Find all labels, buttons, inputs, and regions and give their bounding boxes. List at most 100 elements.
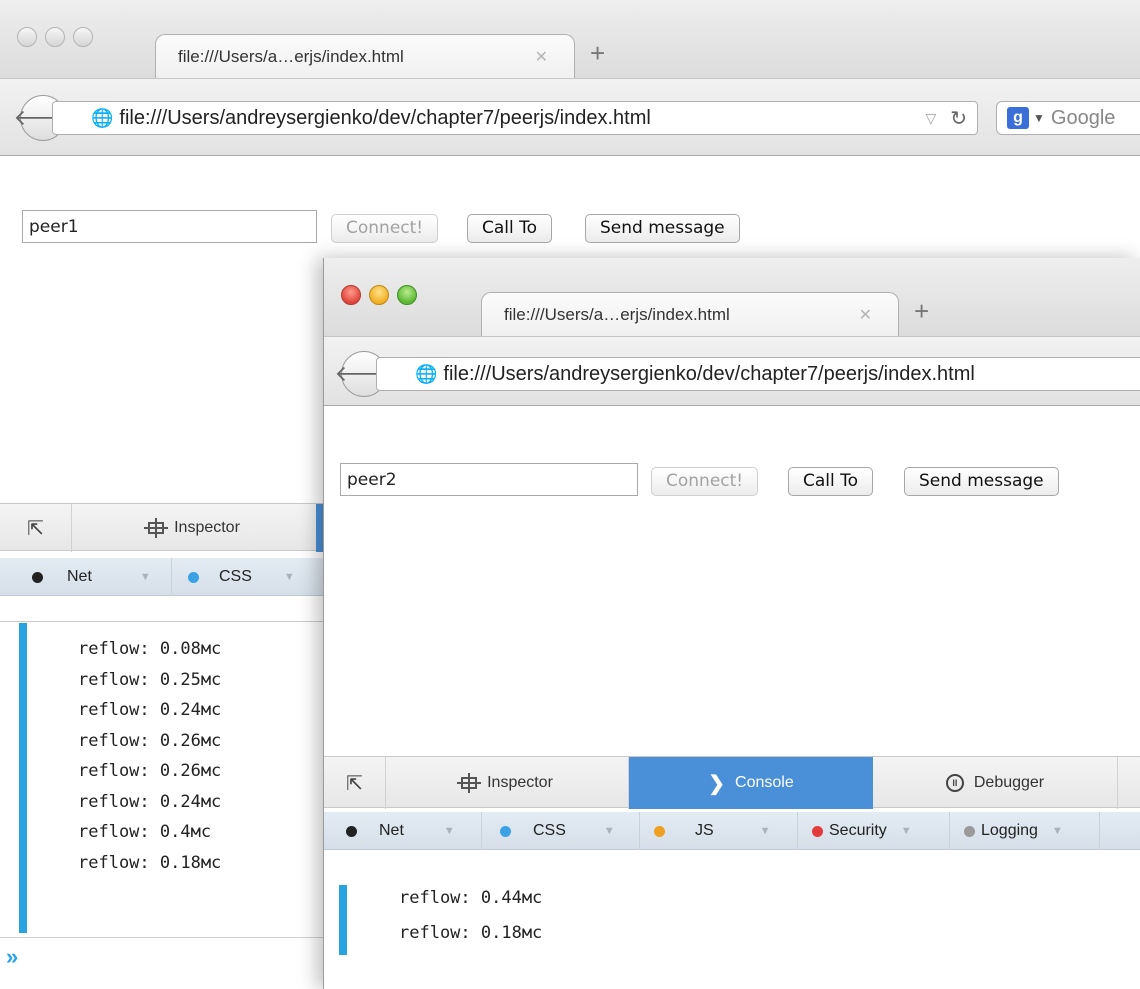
filter-js-label: JS: [695, 822, 714, 839]
back-navbar: 🡐 🌐 file:///Users/andreysergienko/dev/ch…: [0, 78, 1140, 156]
console-line: reflow: 0.4мс: [78, 822, 212, 842]
window-controls: [17, 27, 93, 47]
filter-css[interactable]: CSS ▼: [482, 812, 640, 850]
tab-title: file:///Users/a…erjs/index.html: [178, 46, 404, 66]
console-prompt-icon: »: [6, 944, 19, 969]
new-tab-button[interactable]: +: [590, 38, 605, 69]
search-box[interactable]: g ▼ Google: [996, 101, 1140, 135]
security-dot-icon: [812, 825, 823, 837]
front-navbar: 🡐 🌐 file:///Users/andreysergienko/dev/ch…: [324, 336, 1140, 406]
close-tab-icon[interactable]: ✕: [859, 305, 872, 325]
tab-inspector[interactable]: Inspector: [72, 504, 316, 552]
connect-button[interactable]: Connect!: [651, 467, 759, 496]
console-input-row[interactable]: »: [0, 937, 330, 989]
search-engine-dropdown-icon[interactable]: ▼: [1033, 111, 1045, 125]
console-log-marker: [339, 885, 347, 955]
console-line: reflow: 0.26мс: [78, 761, 222, 781]
tab-title: file:///Users/a…erjs/index.html: [504, 304, 730, 324]
console-line: reflow: 0.24мс: [78, 791, 222, 812]
back-titlebar: file:///Users/a…erjs/index.html ✕ +: [0, 0, 1140, 78]
front-titlebar: file:///Users/a…erjs/index.html ✕ +: [324, 258, 1140, 336]
console-line: reflow: 0.26мс: [78, 730, 222, 751]
filter-security[interactable]: Security ▼: [798, 812, 950, 850]
filter-logging[interactable]: Logging ▼: [950, 812, 1100, 850]
net-dot-icon: [32, 571, 43, 583]
chevron-down-icon: ▼: [900, 825, 912, 837]
url-text: file:///Users/andreysergienko/dev/chapte…: [443, 362, 975, 385]
element-picker-icon: ⇱: [27, 517, 44, 540]
tab-inspector[interactable]: Inspector: [386, 757, 629, 809]
filter-js[interactable]: JS ▼: [640, 812, 798, 850]
console-filter-bar: Net ▼ CSS ▼: [0, 558, 330, 596]
tab-inspector-label: Inspector: [487, 774, 553, 791]
send-message-button[interactable]: Send message: [585, 214, 740, 243]
tab-console-label: Console: [735, 774, 794, 791]
console-filter-bar: Net ▼ CSS ▼ JS ▼ Security ▼ Logging ▼: [324, 812, 1140, 850]
peer-id-input[interactable]: peer2: [340, 463, 638, 496]
chevron-down-icon: ▼: [443, 825, 455, 837]
console-output: reflow: 0.44мс reflow: 0.18мс: [399, 883, 542, 948]
minimize-window-button[interactable]: [369, 285, 389, 305]
console-log-marker: [19, 623, 27, 933]
filter-logging-label: Logging: [981, 822, 1038, 839]
filter-net[interactable]: Net ▼: [324, 812, 482, 850]
tab-console[interactable]: ❯ Console: [629, 757, 873, 809]
console-line: reflow: 0.24мс: [78, 700, 222, 720]
browser-tab[interactable]: file:///Users/a…erjs/index.html ✕: [155, 34, 575, 78]
peer-id-input[interactable]: peer1: [22, 210, 317, 243]
search-placeholder: Google: [1050, 106, 1116, 129]
css-dot-icon: [188, 571, 199, 583]
console-line: reflow: 0.08мс: [78, 639, 222, 659]
console-line: reflow: 0.25мс: [78, 669, 222, 690]
google-logo-icon: g: [1007, 107, 1029, 129]
window-controls: [341, 285, 417, 305]
send-message-button[interactable]: Send message: [904, 467, 1059, 496]
zoom-window-button[interactable]: [397, 285, 417, 305]
zoom-window-button[interactable]: [73, 27, 93, 47]
console-icon: ❯: [708, 772, 726, 795]
chevron-down-icon: ▼: [603, 825, 615, 837]
close-window-button[interactable]: [17, 27, 37, 47]
console-spacer: [0, 596, 330, 622]
tab-debugger-label: Debugger: [973, 774, 1045, 791]
element-picker-button[interactable]: ⇱: [324, 757, 386, 809]
filter-net[interactable]: Net ▼: [0, 558, 172, 596]
devtools-toolbar: ⇱ Inspector: [0, 503, 336, 552]
reload-icon[interactable]: ↻: [950, 106, 967, 131]
new-tab-button[interactable]: +: [914, 296, 929, 327]
tab-debugger[interactable]: II Debugger: [873, 757, 1118, 809]
chevron-down-icon: ▼: [139, 571, 151, 583]
filter-net-label: Net: [67, 568, 92, 585]
minimize-window-button[interactable]: [45, 27, 65, 47]
inspector-icon: [144, 518, 169, 538]
chevron-down-icon: ▼: [283, 571, 295, 583]
globe-icon: 🌐: [415, 363, 438, 384]
chevron-down-icon: ▼: [1051, 825, 1063, 837]
css-dot-icon: [500, 825, 511, 837]
chevron-down-icon: ▼: [759, 825, 771, 837]
element-picker-button[interactable]: ⇱: [0, 504, 72, 552]
url-bar[interactable]: 🌐 file:///Users/andreysergienko/dev/chap…: [376, 357, 1140, 391]
console-line: reflow: 0.18мс: [399, 922, 543, 943]
filter-css-label: CSS: [219, 568, 252, 585]
tab-inspector-label: Inspector: [174, 519, 240, 536]
front-browser-window: file:///Users/a…erjs/index.html ✕ + 🡐 🌐 …: [323, 258, 1140, 989]
close-tab-icon[interactable]: ✕: [535, 47, 548, 67]
url-text: file:///Users/andreysergienko/dev/chapte…: [119, 106, 651, 129]
console-line: reflow: 0.44мс: [399, 888, 543, 908]
filter-css[interactable]: CSS ▼: [172, 558, 332, 596]
call-to-button[interactable]: Call To: [788, 467, 874, 496]
call-to-button[interactable]: Call To: [467, 214, 553, 243]
logging-dot-icon: [964, 825, 975, 837]
browser-tab[interactable]: file:///Users/a…erjs/index.html ✕: [481, 292, 899, 336]
filter-css-label: CSS: [533, 822, 566, 839]
devtools-toolbar: ⇱ Inspector ❯ Console II Debugger: [324, 756, 1140, 809]
connect-button[interactable]: Connect!: [331, 214, 439, 243]
filter-security-label: Security: [829, 822, 887, 839]
net-dot-icon: [346, 825, 357, 837]
url-bar[interactable]: 🌐 file:///Users/andreysergienko/dev/chap…: [52, 101, 978, 135]
filter-net-label: Net: [379, 822, 404, 839]
debugger-pause-icon: II: [945, 774, 964, 792]
url-dropdown-icon[interactable]: ▽: [925, 110, 936, 127]
close-window-button[interactable]: [341, 285, 361, 305]
